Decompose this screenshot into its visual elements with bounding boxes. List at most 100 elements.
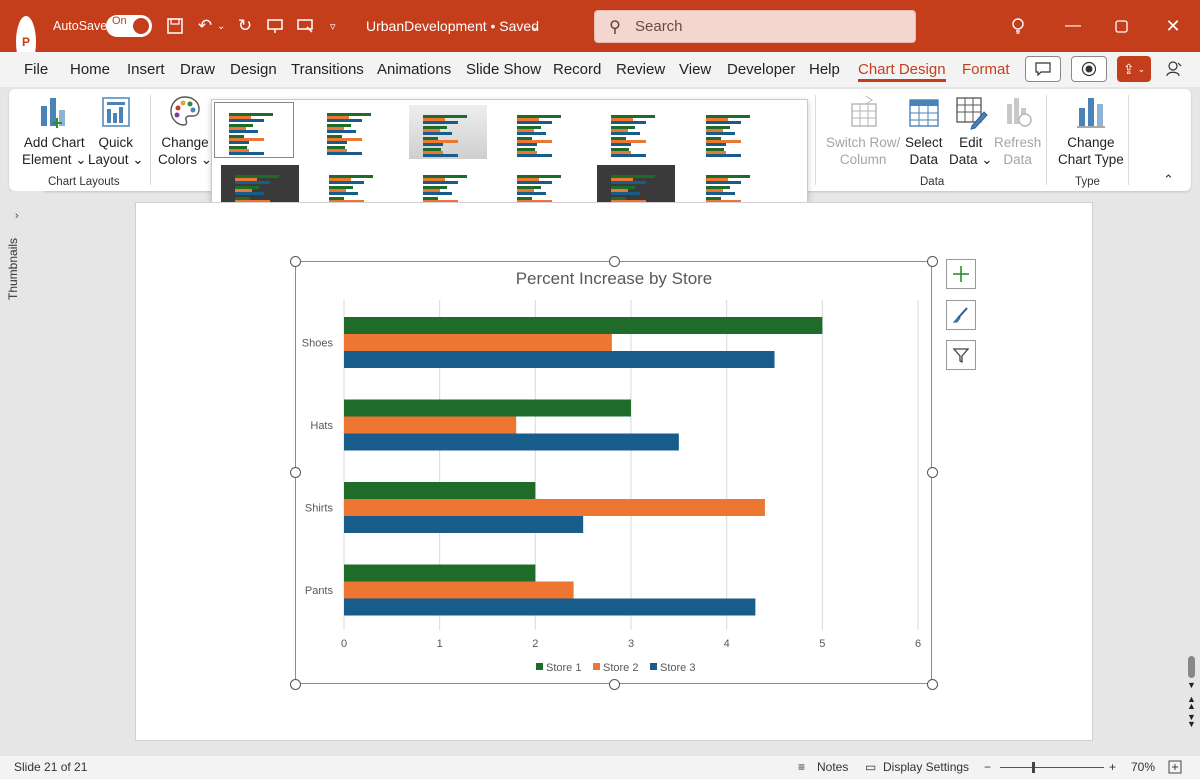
document-title[interactable]: UrbanDevelopment • Saved: [366, 0, 539, 52]
add-chart-element-button[interactable]: Add Chart Element ⌄: [22, 94, 87, 168]
change-chart-type-label-2: Chart Type: [1058, 152, 1124, 167]
thumbnail-bar: [706, 154, 742, 157]
edit-data-button[interactable]: Edit Data ⌄: [949, 94, 993, 168]
refresh-data-label-2: Data: [1003, 152, 1032, 167]
zoom-slider[interactable]: [1000, 767, 1104, 768]
thumbnail-bar: [423, 181, 459, 184]
tab-insert[interactable]: Insert: [127, 60, 165, 82]
minimize-button[interactable]: —: [1050, 0, 1096, 52]
thumbnail-bar: [611, 143, 631, 146]
copilot-icon[interactable]: [1160, 56, 1188, 82]
resize-handle[interactable]: [608, 255, 620, 267]
previous-slide-icon[interactable]: ▲ ▲: [1187, 695, 1196, 711]
thumbnail-bar: [517, 181, 553, 184]
customize-qat-icon[interactable]: ▿: [330, 0, 336, 52]
zoom-out-button[interactable]: −: [984, 760, 991, 774]
tab-slide-show[interactable]: Slide Show: [466, 60, 541, 82]
tab-design[interactable]: Design: [230, 60, 277, 82]
tab-file[interactable]: File: [24, 60, 48, 82]
tab-developer[interactable]: Developer: [727, 60, 795, 82]
tab-transitions[interactable]: Transitions: [291, 60, 364, 82]
undo-icon[interactable]: ↶: [193, 0, 217, 52]
resize-handle[interactable]: [289, 678, 301, 690]
lightbulb-icon[interactable]: [1010, 0, 1026, 52]
resize-handle[interactable]: [289, 466, 301, 478]
tab-chart-design[interactable]: Chart Design: [858, 60, 946, 82]
switch-row-column-label-2: Column: [839, 152, 887, 167]
tab-home[interactable]: Home: [70, 60, 110, 82]
tab-record[interactable]: Record: [553, 60, 601, 82]
chart-style-thumbnail[interactable]: [313, 103, 391, 157]
tab-review[interactable]: Review: [616, 60, 665, 82]
chart-filters-button[interactable]: [946, 340, 976, 370]
maximize-button[interactable]: [1098, 0, 1144, 52]
resize-handle[interactable]: [926, 466, 938, 478]
thumbnail-bar: [229, 119, 265, 122]
tab-animations[interactable]: Animations: [377, 60, 451, 82]
scrollbar-thumb[interactable]: [1188, 656, 1195, 678]
present-from-start-icon[interactable]: [263, 0, 287, 52]
chart-style-thumbnail[interactable]: [503, 105, 581, 159]
tab-format[interactable]: Format: [962, 60, 1010, 82]
change-chart-type-icon: [1074, 94, 1108, 130]
resize-handle[interactable]: [608, 678, 620, 690]
refresh-data-button[interactable]: Refresh Data: [994, 94, 1041, 168]
chart-frame[interactable]: [295, 261, 932, 684]
tab-help[interactable]: Help: [809, 60, 840, 82]
change-colors-button[interactable]: Change Colors ⌄: [158, 94, 212, 168]
autosave-label: AutoSave: [53, 19, 108, 33]
edit-data-icon: [954, 94, 988, 130]
slide-info[interactable]: Slide 21 of 21: [14, 760, 87, 774]
thumbnail-bar: [327, 152, 363, 155]
thumbnail-bar: [517, 154, 553, 157]
quick-layout-button[interactable]: Quick Layout ⌄: [88, 94, 144, 168]
scroll-down-icon[interactable]: ▼: [1187, 680, 1196, 690]
save-icon[interactable]: [163, 0, 187, 52]
ribbon-separator: [1128, 95, 1129, 185]
thumbnail-bar: [517, 132, 546, 135]
collapse-ribbon-icon[interactable]: ⌃: [1163, 172, 1174, 188]
resize-handle[interactable]: [926, 255, 938, 267]
resize-handle[interactable]: [289, 255, 301, 267]
zoom-level[interactable]: 70%: [1131, 760, 1155, 774]
thumbnails-label[interactable]: Thumbnails: [6, 238, 20, 300]
thumbnail-bar: [611, 154, 647, 157]
share-button[interactable]: ⇪ ⌄: [1117, 56, 1151, 82]
autosave-toggle[interactable]: On: [106, 15, 152, 37]
chart-style-thumbnail[interactable]: [409, 105, 487, 159]
expand-thumbnails-icon[interactable]: ›: [15, 210, 19, 222]
chart-elements-button[interactable]: [946, 259, 976, 289]
select-data-label-2: Data: [909, 152, 939, 167]
change-chart-type-button[interactable]: Change Chart Type: [1058, 94, 1124, 168]
redo-icon[interactable]: ↻: [233, 0, 257, 52]
vertical-scrollbar[interactable]: ▼ ▲ ▲ ▼ ▼: [1184, 191, 1200, 754]
zoom-in-button[interactable]: +: [1109, 760, 1116, 774]
tab-draw[interactable]: Draw: [180, 60, 215, 82]
status-bar: Slide 21 of 21 ≡ Notes ▭ Display Setting…: [0, 756, 1200, 779]
undo-dropdown-icon[interactable]: ⌄: [217, 0, 225, 52]
thumbnail-bar: [423, 132, 452, 135]
chart-styles-brush-button[interactable]: [946, 300, 976, 330]
chart-style-thumbnail[interactable]: [597, 105, 675, 159]
record-button[interactable]: [1071, 56, 1107, 82]
tab-view[interactable]: View: [679, 60, 711, 82]
present-from-current-icon[interactable]: [293, 0, 317, 52]
zoom-slider-thumb[interactable]: [1032, 762, 1035, 773]
display-settings-button[interactable]: Display Settings: [883, 760, 969, 774]
switch-row-column-button[interactable]: Switch Row/ Column: [826, 94, 900, 168]
select-data-button[interactable]: Select Data: [905, 94, 943, 168]
next-slide-icon[interactable]: ▼ ▼: [1187, 713, 1196, 729]
notes-button[interactable]: Notes: [817, 760, 848, 774]
chart-style-thumbnail[interactable]: [214, 102, 294, 158]
close-button[interactable]: ✕: [1150, 0, 1196, 52]
title-dropdown-icon[interactable]: ⌄: [530, 0, 540, 52]
thumbnail-bar: [611, 121, 647, 124]
thumbnail-bar: [229, 130, 258, 133]
fit-slide-icon[interactable]: [1168, 760, 1182, 777]
comments-button[interactable]: [1025, 56, 1061, 82]
chart-style-thumbnail[interactable]: [692, 105, 770, 159]
resize-handle[interactable]: [926, 678, 938, 690]
ribbon-separator: [1046, 95, 1047, 185]
edit-data-label-1: Edit: [959, 135, 983, 150]
search-input[interactable]: ⚲ Search: [594, 10, 916, 43]
